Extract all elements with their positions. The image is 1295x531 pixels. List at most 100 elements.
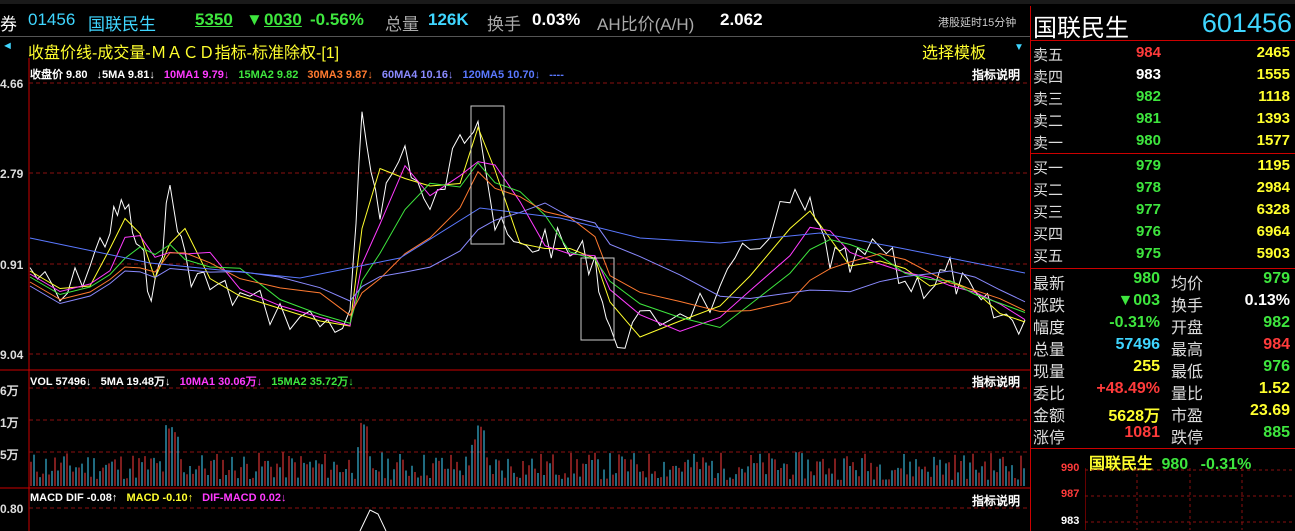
volume-bars: [30, 422, 1025, 486]
template-dropdown-icon[interactable]: ▼: [1014, 42, 1024, 53]
bid-label: 买四: [1033, 226, 1064, 243]
bid-volume: 1195: [1257, 157, 1290, 174]
stat-value-2: 885: [1263, 424, 1290, 441]
stat-value-2: 984: [1263, 336, 1290, 353]
mini-axis-1: 990: [1061, 462, 1080, 474]
delay-note: 港股延时15分钟: [938, 17, 1017, 29]
mini-chart[interactable]: [1085, 468, 1295, 530]
stat-value: 980: [1133, 270, 1160, 287]
total-volume-label: 总量: [385, 15, 419, 34]
ah-ratio-label: AH比价(A/H): [597, 15, 695, 34]
stat-value: +48.49%: [1096, 380, 1160, 397]
stat-value-2: 982: [1263, 314, 1290, 331]
panel-separator-2: [1031, 448, 1295, 449]
orderbook-separator: [1031, 153, 1295, 154]
change-pct: -0.56%: [310, 10, 364, 29]
stats-separator: [1031, 268, 1295, 269]
ask-row[interactable]: 卖三 982 1118: [1031, 88, 1295, 109]
stat-row: 现量 255 最低 976: [1031, 358, 1295, 381]
bid-label: 买五: [1033, 248, 1064, 265]
stat-value-2: 979: [1263, 270, 1290, 287]
ask-row[interactable]: 卖四 983 1555: [1031, 66, 1295, 87]
stat-label-2: 量比: [1171, 386, 1204, 403]
turnover: 0.03%: [532, 10, 581, 29]
bid-volume: 6964: [1256, 223, 1290, 240]
stat-row: 涨停 1081 跌停 885: [1031, 424, 1295, 447]
bid-volume: 5903: [1256, 245, 1290, 262]
bid-volume: 6328: [1256, 201, 1290, 218]
bid-price: 979: [1135, 157, 1161, 174]
stat-label-2: 最低: [1171, 364, 1204, 381]
ask-volume: 1118: [1258, 88, 1290, 105]
chart-title-bar: ◄ 收盘价线-成交量-ＭＡＣＤ指标-标准除权-[1] 选择模板 ▼: [0, 36, 1030, 62]
panel-stock-code[interactable]: 601456: [1202, 8, 1292, 39]
stat-value: 255: [1133, 358, 1160, 375]
ah-ratio: 2.062: [720, 10, 763, 29]
stat-label-2: 均价: [1171, 276, 1204, 293]
ask-price: 984: [1135, 44, 1161, 61]
close-price-line: [29, 111, 1026, 349]
bid-price: 977: [1135, 201, 1161, 218]
stock-code[interactable]: 01456: [28, 10, 75, 30]
stat-value: -0.31%: [1109, 314, 1160, 331]
stat-row: 金额 5628万 市盈 23.69: [1031, 402, 1295, 425]
stat-label: 涨跌: [1033, 298, 1066, 315]
bid-row[interactable]: 买二 978 2984: [1031, 179, 1295, 200]
stat-value-2: 1.52: [1258, 380, 1290, 397]
bid-price: 975: [1135, 245, 1161, 262]
stat-row: 幅度 -0.31% 开盘 982: [1031, 314, 1295, 337]
stat-row: 涨跌 ▼003 换手 0.13%: [1031, 292, 1295, 315]
change-arrow: ▼: [246, 10, 263, 29]
bid-label: 买三: [1033, 204, 1064, 221]
ask-volume: 1555: [1256, 66, 1290, 83]
ask-row[interactable]: 卖二 981 1393: [1031, 110, 1295, 131]
stat-label: 总量: [1033, 342, 1066, 359]
stat-row: 委比 +48.49% 量比 1.52: [1031, 380, 1295, 403]
bid-volume: 2984: [1256, 179, 1290, 196]
ask-label: 卖五: [1033, 47, 1064, 64]
stat-label: 现量: [1033, 364, 1066, 381]
stat-label-2: 开盘: [1171, 320, 1204, 337]
ask-row[interactable]: 卖五 984 2465: [1031, 44, 1295, 65]
stat-row: 最新 980 均价 979: [1031, 270, 1295, 293]
stat-label: 涨停: [1033, 430, 1066, 447]
stat-value: ▼003: [1117, 292, 1160, 309]
ask-label: 卖一: [1033, 135, 1064, 152]
bid-row[interactable]: 买五 975 5903: [1031, 245, 1295, 266]
stat-value: 1081: [1124, 424, 1160, 441]
ask-volume: 1393: [1256, 110, 1290, 127]
stat-label-2: 市盈: [1171, 408, 1204, 425]
ask-label: 卖三: [1033, 91, 1064, 108]
mini-axis-2: 987: [1061, 488, 1080, 500]
turnover-label: 换手: [487, 15, 521, 34]
panel-separator: [1031, 40, 1295, 41]
macd-line: [359, 509, 387, 531]
ask-price: 980: [1135, 132, 1161, 149]
stock-chart-area[interactable]: [0, 58, 1030, 531]
ma120-line: [29, 207, 1026, 279]
panel-stock-name[interactable]: 国联民生: [1033, 8, 1129, 43]
bid-label: 买一: [1033, 160, 1064, 177]
left-arrow-icon[interactable]: ◄: [2, 40, 13, 52]
bid-row[interactable]: 买一 979 1195: [1031, 157, 1295, 178]
ask-row[interactable]: 卖一 980 1577: [1031, 132, 1295, 153]
stat-label: 委比: [1033, 386, 1066, 403]
bid-price: 978: [1135, 179, 1161, 196]
stat-label: 金额: [1033, 408, 1066, 425]
stock-name[interactable]: 国联民生: [88, 10, 156, 35]
ask-label: 卖二: [1033, 113, 1064, 130]
bid-row[interactable]: 买三 977 6328: [1031, 201, 1295, 222]
bid-price: 976: [1135, 223, 1161, 240]
ask-label: 卖四: [1033, 69, 1064, 86]
ma5-line: [29, 126, 1026, 338]
stat-value-2: 0.13%: [1244, 292, 1290, 309]
stat-value-2: 23.69: [1249, 402, 1290, 419]
bid-row[interactable]: 买四 976 6964: [1031, 223, 1295, 244]
mini-axis-3: 983: [1061, 515, 1080, 527]
ask-price: 982: [1135, 88, 1161, 105]
ask-volume: 1577: [1256, 132, 1290, 149]
header-left-fragment: 券: [0, 15, 17, 34]
change-value: 0030: [264, 10, 302, 29]
bid-label: 买二: [1033, 182, 1064, 199]
stat-label-2: 跌停: [1171, 430, 1204, 447]
